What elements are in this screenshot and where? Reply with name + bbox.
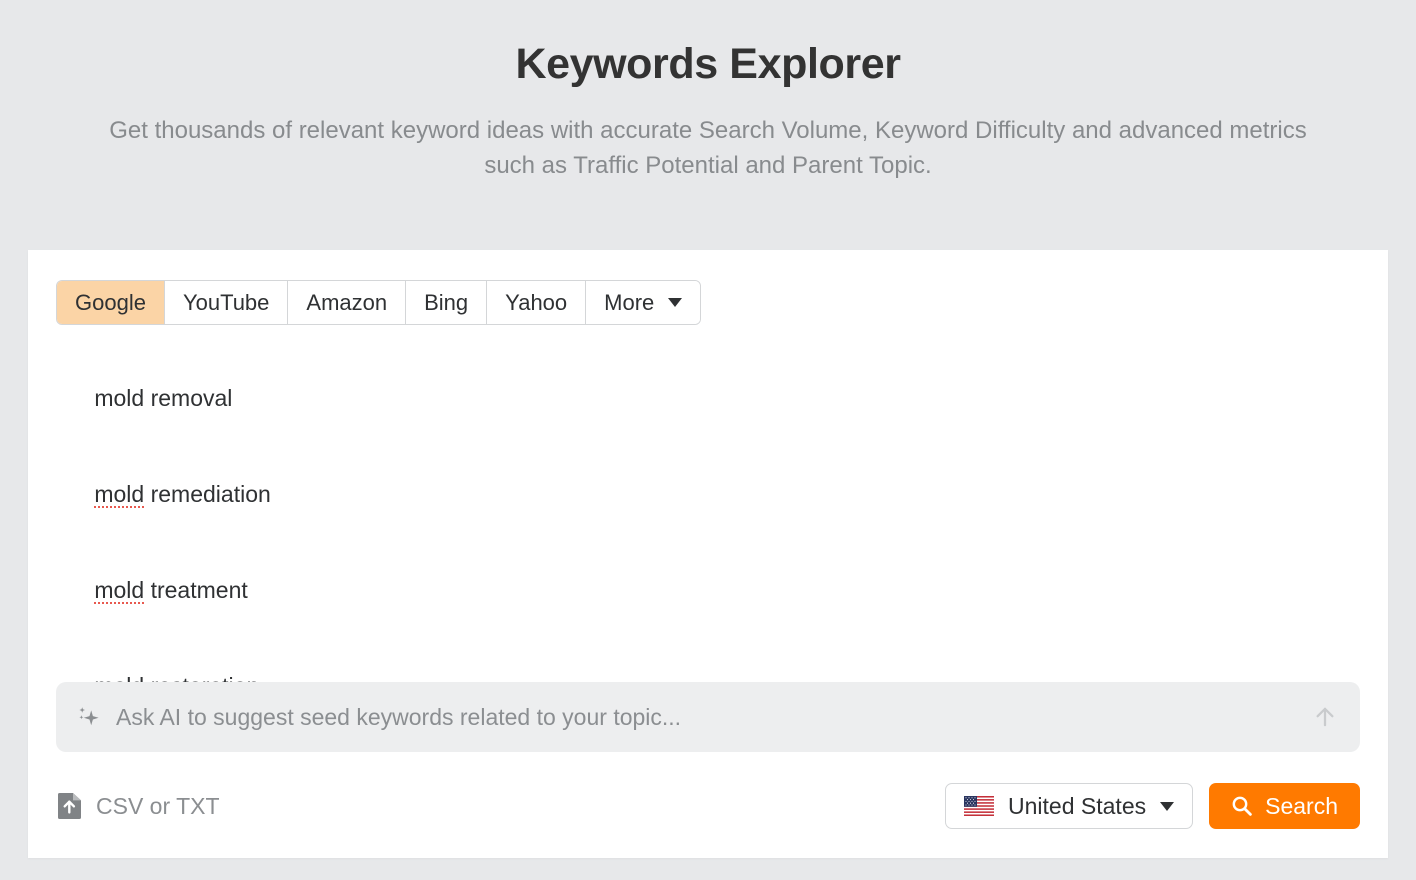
search-button-label: Search	[1265, 793, 1338, 820]
page-subtitle: Get thousands of relevant keyword ideas …	[103, 113, 1313, 183]
chevron-down-icon	[1160, 802, 1174, 811]
keyword-line: mold remediation	[56, 446, 1356, 542]
country-selector[interactable]: United States	[945, 783, 1193, 829]
ai-prompt-input[interactable]: Ask AI to suggest seed keywords related …	[116, 704, 1308, 731]
us-flag-icon	[964, 796, 994, 816]
keyword-misspelled-word: mold	[94, 577, 144, 604]
keyword-text: mold removal	[94, 385, 232, 411]
ai-submit-button[interactable]	[1308, 700, 1342, 734]
keyword-misspelled-word: mold	[94, 481, 144, 508]
ai-prompt-bar[interactable]: Ask AI to suggest seed keywords related …	[56, 682, 1360, 752]
upload-file-label: CSV or TXT	[96, 793, 220, 820]
search-button[interactable]: Search	[1209, 783, 1360, 829]
page-title: Keywords Explorer	[0, 40, 1416, 89]
tab-google[interactable]: Google	[57, 281, 165, 324]
keyword-text: remediation	[144, 481, 271, 507]
keyword-line: mold removal	[56, 350, 1356, 446]
keywords-explorer-card: Google YouTube Amazon Bing Yahoo More mo…	[28, 250, 1388, 858]
page-header: Keywords Explorer Get thousands of relev…	[0, 0, 1416, 183]
chevron-down-icon	[668, 298, 682, 307]
keywords-input[interactable]: mold removal mold remediation mold treat…	[56, 350, 1356, 650]
search-engine-tabs: Google YouTube Amazon Bing Yahoo More	[56, 280, 701, 325]
tab-amazon-label: Amazon	[306, 290, 387, 316]
tab-bing[interactable]: Bing	[406, 281, 487, 324]
tab-more[interactable]: More	[586, 281, 700, 324]
upload-file-button[interactable]: CSV or TXT	[56, 792, 220, 820]
keyword-line: mold treatment	[56, 542, 1356, 638]
search-icon	[1231, 795, 1253, 817]
country-label: United States	[1008, 793, 1146, 820]
tab-youtube[interactable]: YouTube	[165, 281, 288, 324]
card-footer: CSV or TXT	[56, 780, 1360, 832]
tab-amazon[interactable]: Amazon	[288, 281, 406, 324]
arrow-up-icon	[1312, 704, 1338, 730]
footer-actions: United States Search	[945, 783, 1360, 829]
file-upload-icon	[56, 792, 82, 820]
tab-yahoo-label: Yahoo	[505, 290, 567, 316]
tab-youtube-label: YouTube	[183, 290, 269, 316]
tab-google-label: Google	[75, 290, 146, 316]
sparkle-icon	[76, 704, 102, 730]
tab-more-label: More	[604, 290, 654, 316]
tab-yahoo[interactable]: Yahoo	[487, 281, 586, 324]
tab-bing-label: Bing	[424, 290, 468, 316]
keyword-text: treatment	[144, 577, 248, 603]
